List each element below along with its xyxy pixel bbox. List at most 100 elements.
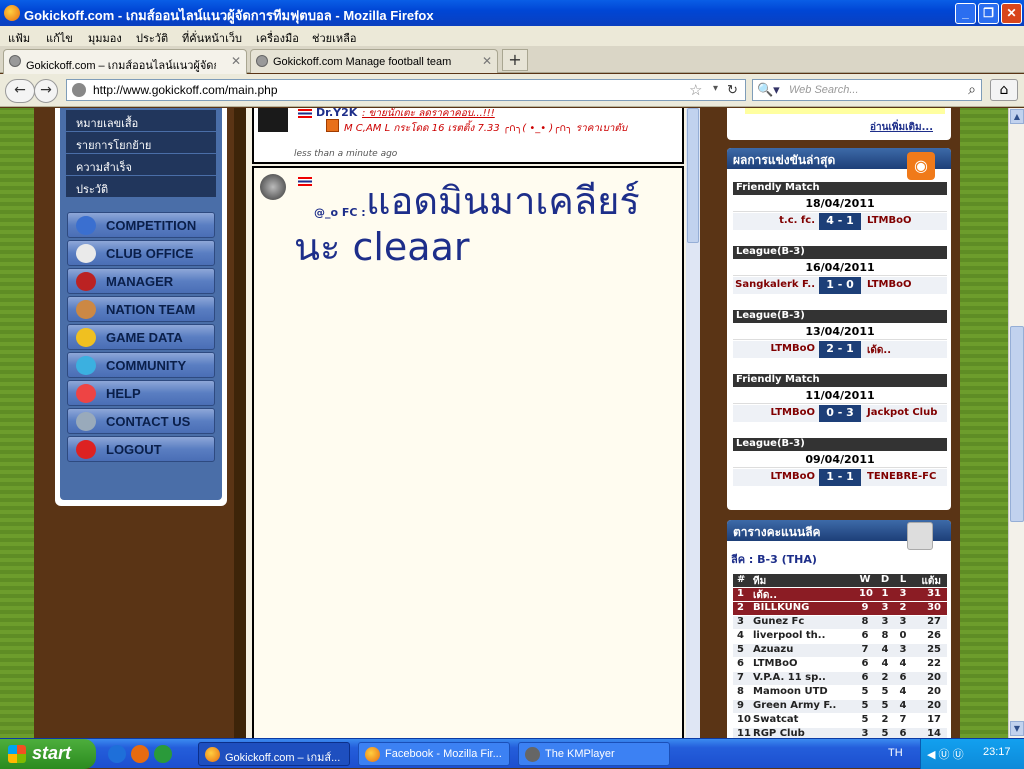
nation-team-button[interactable]: NATION TEAM <box>67 296 215 322</box>
cell-team[interactable]: liverpool th.. <box>753 630 853 641</box>
wolf-avatar[interactable] <box>260 174 286 200</box>
menu-history[interactable]: ประวัติ <box>136 29 168 47</box>
new-tab-button[interactable]: + <box>502 49 528 71</box>
game-data-button[interactable]: GAME DATA <box>67 324 215 350</box>
tray-icons[interactable]: ◀ Ⓤ Ⓤ <box>927 746 964 762</box>
start-button[interactable]: start <box>0 739 96 769</box>
cell-team[interactable]: Green Army F.. <box>753 700 853 711</box>
url-bar[interactable]: http://www.gokickoff.com/main.php ☆ ▾ ↻ <box>66 79 746 101</box>
cell-team[interactable]: Gunez Fc <box>753 616 853 627</box>
cell-team[interactable]: LTMBoO <box>753 658 853 669</box>
tab-close-icon[interactable]: ✕ <box>482 54 492 68</box>
bookmark-star-icon[interactable]: ☆ <box>689 81 702 99</box>
table-row[interactable]: 10 Swatcat 5 2 7 17 <box>733 714 947 727</box>
url-dropdown-icon[interactable]: ▾ <box>713 83 718 94</box>
menu-edit[interactable]: แก้ไข <box>46 29 73 47</box>
close-button[interactable]: ✕ <box>1001 3 1022 24</box>
away-team[interactable]: Jackpot Club <box>867 407 937 418</box>
table-row[interactable]: 4 liverpool th.. 6 8 0 26 <box>733 630 947 643</box>
table-row[interactable]: 11 RGP Club 3 5 6 14 <box>733 728 947 738</box>
site-identity-icon[interactable] <box>72 83 86 97</box>
table-row[interactable]: 7 V.P.A. 11 sp.. 6 2 6 20 <box>733 672 947 685</box>
menu-help[interactable]: ช่วยเหลือ <box>312 29 356 47</box>
chat-username[interactable]: Dr.Y2K <box>316 108 357 119</box>
match-row[interactable]: LTMBoO 1 - 1 TENEBRE-FC <box>733 469 947 486</box>
match-row[interactable]: Sangkalerk F.. 1 - 0 LTMBoO <box>733 277 947 294</box>
chat-reply-link[interactable]: : ขายนักเตะ ลดราคาคอบ...!!! <box>362 108 495 121</box>
read-more-link[interactable]: อ่านเพิ่มเติม... <box>870 120 933 135</box>
search-icon[interactable]: ⌕ <box>968 81 976 98</box>
home-team[interactable]: t.c. fc. <box>779 215 815 226</box>
cell-team[interactable]: BILLKUNG <box>753 602 853 613</box>
language-indicator[interactable]: TH <box>888 747 903 759</box>
cell-team[interactable]: RGP Club <box>753 728 853 738</box>
match-score[interactable]: 1 - 0 <box>819 277 861 294</box>
table-row[interactable]: 1 เด้ด.. 10 1 3 31 <box>733 588 947 601</box>
match-row[interactable]: t.c. fc. 4 - 1 LTMBoO <box>733 213 947 230</box>
match-score[interactable]: 4 - 1 <box>819 213 861 230</box>
away-team[interactable]: LTMBoO <box>867 215 911 226</box>
match-score[interactable]: 1 - 1 <box>819 469 861 486</box>
clock[interactable]: 23:17 <box>983 746 1011 758</box>
home-team[interactable]: LTMBoO <box>771 471 815 482</box>
competition-button[interactable]: COMPETITION <box>67 212 215 238</box>
cell-team[interactable]: Mamoon UTD <box>753 686 853 697</box>
table-row[interactable]: 6 LTMBoO 6 4 4 22 <box>733 658 947 671</box>
minimize-button[interactable]: _ <box>955 3 976 24</box>
scroll-up-button[interactable]: ▲ <box>1010 109 1024 124</box>
community-button[interactable]: COMMUNITY <box>67 352 215 378</box>
tab-close-icon[interactable]: ✕ <box>231 54 241 68</box>
utorrent-icon[interactable] <box>154 745 172 763</box>
ie-icon[interactable] <box>108 745 126 763</box>
sidebar-link-history[interactable]: ประวัติ <box>66 176 216 198</box>
home-button[interactable]: ⌂ <box>990 79 1018 101</box>
reload-icon[interactable]: ↻ <box>727 82 738 98</box>
home-team[interactable]: Sangkalerk F.. <box>735 279 815 290</box>
avatar[interactable] <box>258 108 288 132</box>
back-button[interactable]: ← <box>5 79 35 103</box>
cell-team[interactable]: Azuazu <box>753 644 853 655</box>
cell-team[interactable]: Swatcat <box>753 714 853 725</box>
sidebar-link-shirt-numbers[interactable]: หมายเลขเสื้อ <box>66 110 216 132</box>
search-engine-icon[interactable]: 🔍▾ <box>757 82 780 98</box>
table-row[interactable]: 3 Gunez Fc 8 3 3 27 <box>733 616 947 629</box>
match-row[interactable]: LTMBoO 0 - 3 Jackpot Club <box>733 405 947 422</box>
table-row[interactable]: 8 Mamoon UTD 5 5 4 20 <box>733 686 947 699</box>
away-team[interactable]: LTMBoO <box>867 279 911 290</box>
rss-icon[interactable]: ◉ <box>907 152 935 180</box>
contact-us-button[interactable]: CONTACT US <box>67 408 215 434</box>
menu-view[interactable]: มุมมอง <box>88 29 122 47</box>
taskbar-item-gokickoff[interactable]: Gokickoff.com – เกมส์... <box>198 742 350 766</box>
firefox-quicklaunch-icon[interactable] <box>131 745 149 763</box>
match-score[interactable]: 0 - 3 <box>819 405 861 422</box>
forward-button[interactable]: → <box>34 79 58 103</box>
sidebar-link-achievements[interactable]: ความสำเร็จ <box>66 154 216 176</box>
scrollbar-thumb[interactable] <box>687 108 699 243</box>
menu-bookmarks[interactable]: ที่คั่นหน้าเว็บ <box>182 29 242 47</box>
scrollbar-thumb[interactable] <box>1010 326 1024 522</box>
match-score[interactable]: 2 - 1 <box>819 341 861 358</box>
home-team[interactable]: LTMBoO <box>771 407 815 418</box>
page-scrollbar[interactable]: ▲ ▼ <box>1008 108 1024 738</box>
away-team[interactable]: เด้ด.. <box>867 343 891 358</box>
scroll-down-button[interactable]: ▼ <box>1010 721 1024 736</box>
maximize-button[interactable]: ❐ <box>978 3 999 24</box>
home-team[interactable]: LTMBoO <box>771 343 815 354</box>
help-button[interactable]: HELP <box>67 380 215 406</box>
away-team[interactable]: TENEBRE-FC <box>867 471 936 482</box>
tab-gokickoff-manage[interactable]: Gokickoff.com Manage football team ✕ <box>250 49 498 73</box>
chat-scrollbar[interactable] <box>686 108 700 738</box>
menu-file[interactable]: แฟ้ม <box>8 29 30 47</box>
tab-gokickoff-thai[interactable]: Gokickoff.com – เกมส์ออนไลน์แนวผู้จัดกา.… <box>3 49 247 74</box>
manager-button[interactable]: MANAGER <box>67 268 215 294</box>
taskbar-item-facebook[interactable]: Facebook - Mozilla Fir... <box>358 742 510 766</box>
cell-team[interactable]: เด้ด.. <box>753 588 853 603</box>
club-office-button[interactable]: CLUB OFFICE <box>67 240 215 266</box>
search-box[interactable]: 🔍▾ Web Search... ⌕ <box>752 79 982 101</box>
sidebar-link-transfers[interactable]: รายการโยกย้าย <box>66 132 216 154</box>
menu-tools[interactable]: เครื่องมือ <box>256 29 299 47</box>
cell-team[interactable]: V.P.A. 11 sp.. <box>753 672 853 683</box>
table-row[interactable]: 9 Green Army F.. 5 5 4 20 <box>733 700 947 713</box>
match-row[interactable]: LTMBoO 2 - 1 เด้ด.. <box>733 341 947 358</box>
logout-button[interactable]: LOGOUT <box>67 436 215 462</box>
